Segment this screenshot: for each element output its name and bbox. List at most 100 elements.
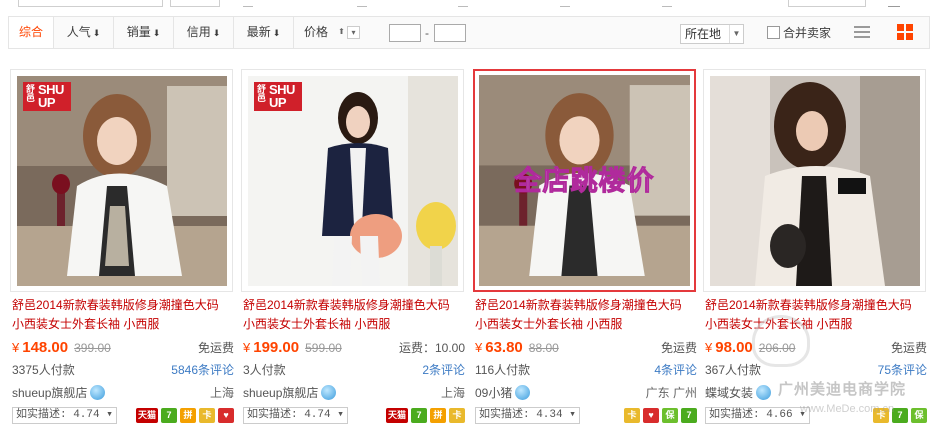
location-select[interactable]: 所在地 ▼ <box>680 24 744 44</box>
wangwang-chat-icon[interactable] <box>90 385 106 400</box>
product-photo[interactable]: 全店跳楼价 <box>479 75 690 286</box>
sort-tab-newest[interactable]: 最新 ⬇ <box>234 17 294 48</box>
seven-day-return-icon[interactable]: 7 <box>892 408 908 423</box>
seven-day-return-icon[interactable]: 7 <box>161 408 177 423</box>
arrow-down-icon: ⬇ <box>92 28 101 38</box>
sales-count: 3375人付款 <box>12 363 75 377</box>
shop-name-link[interactable]: 蝶域女装 <box>705 386 753 400</box>
filter-checkbox-remnant[interactable] <box>560 0 570 7</box>
list-view-icon[interactable] <box>854 25 870 41</box>
rating-dropdown[interactable]: 如实描述: 4.66 ▾ <box>705 407 810 424</box>
price-max-input[interactable] <box>434 24 466 42</box>
merge-sellers-toggle[interactable]: 合并卖家 <box>767 25 831 41</box>
brand-logo-text: SHU UP <box>38 82 64 110</box>
currency-symbol: ¥ <box>243 340 251 355</box>
brand-logo-side-text: 舒邑 <box>25 84 35 102</box>
shop-name-link[interactable]: shueup旗舰店 <box>12 386 87 400</box>
dropdown-remnant[interactable] <box>788 0 866 7</box>
shop-name-link[interactable]: shueup旗舰店 <box>243 386 318 400</box>
comments-link[interactable]: 5846条评论 <box>171 361 234 379</box>
product-title-link[interactable]: 舒邑2014新款春装韩版修身潮撞色大码 小西装女士外套长袖 小西服 <box>475 296 697 334</box>
brand-logo-text: SHU UP <box>269 82 295 110</box>
product-card: 全店跳楼价 舒邑2014新款春装韩版修身潮撞色大码 小西装女士外套长袖 小西服 … <box>473 69 697 429</box>
sort-tab-label: 最新 <box>246 25 271 39</box>
sort-tab-sales[interactable]: 销量 ⬇ <box>114 17 174 48</box>
rating-row: 如实描述: 4.74 ▾ 天猫 7 拼卡 ♥ <box>12 407 234 425</box>
rating-text: 如实描述: 4.66 <box>709 409 793 421</box>
credit-card-icon[interactable]: 卡 <box>624 408 640 423</box>
product-image[interactable]: 全店跳楼价 <box>473 69 696 292</box>
price-range-dash: - <box>425 26 429 40</box>
filter-checkbox-remnant[interactable] <box>243 0 253 7</box>
search-button-remnant[interactable] <box>170 0 220 7</box>
search-input-remnant[interactable] <box>18 0 163 7</box>
product-title-link[interactable]: 舒邑2014新款春装韩版修身潮撞色大码 小西装女士外套长袖 小西服 <box>243 296 465 334</box>
merge-sellers-checkbox[interactable] <box>767 26 780 39</box>
product-image[interactable]: 舒邑 SHU UP <box>10 69 233 292</box>
sort-tab-credit[interactable]: 信用 ⬇ <box>174 17 234 48</box>
collapse-icon[interactable] <box>888 0 900 7</box>
rating-dropdown[interactable]: 如实描述: 4.74 ▾ <box>243 407 348 424</box>
sort-tab-popularity[interactable]: 人气 ⬇ <box>54 17 114 48</box>
sort-tab-label: 综合 <box>18 25 43 39</box>
product-title-link[interactable]: 舒邑2014新款春装韩版修身潮撞色大码 小西装女士外套长袖 小西服 <box>12 296 234 334</box>
credit-card-icon[interactable]: 卡 <box>199 408 215 423</box>
stats-row: 116人付款 4条评论 <box>475 361 697 379</box>
currency-symbol: ¥ <box>475 340 483 355</box>
brand-logo-side-text: 舒邑 <box>256 84 266 102</box>
heart-icon[interactable]: ♥ <box>218 408 234 423</box>
grid-view-icon[interactable] <box>897 24 914 41</box>
original-price: 399.00 <box>74 341 111 355</box>
watermark-text: 广州美迪电商学院 <box>778 381 907 398</box>
shop-location: 上海 <box>209 386 234 400</box>
guarantee-icon[interactable]: 保 <box>911 408 927 423</box>
sales-count: 367人付款 <box>705 363 762 377</box>
product-image[interactable]: 舒邑 SHU UP <box>241 69 464 292</box>
seven-day-return-icon[interactable]: 7 <box>411 408 427 423</box>
product-title-line: 舒邑2014新款春装韩版修身潮撞色大码 <box>12 298 219 312</box>
product-title-line: 舒邑2014新款春装韩版修身潮撞色大码 <box>705 298 912 312</box>
rating-dropdown[interactable]: 如实描述: 4.34 ▾ <box>475 407 580 424</box>
sales-count: 3人付款 <box>243 363 286 377</box>
comments-link[interactable]: 2条评论 <box>422 361 465 379</box>
guarantee-icon[interactable]: 保 <box>662 408 678 423</box>
quality-icon[interactable]: 拼 <box>180 408 196 423</box>
product-photo[interactable]: 舒邑 SHU UP <box>17 76 227 286</box>
rating-dropdown[interactable]: 如实描述: 4.74 ▾ <box>12 407 117 424</box>
shop-name-link[interactable]: 09小猪 <box>475 386 512 400</box>
filter-checkbox-remnant[interactable] <box>458 0 468 7</box>
product-photo[interactable] <box>710 76 920 286</box>
filter-checkbox-remnant[interactable] <box>357 0 367 7</box>
product-title-line: 小西装女士外套长袖 小西服 <box>705 317 853 331</box>
product-image[interactable] <box>703 69 926 292</box>
sort-tab-label: 价格 <box>304 25 329 39</box>
product-title-line: 小西装女士外套长袖 小西服 <box>475 317 623 331</box>
rating-row: 如实描述: 4.34 ▾ 卡 ♥ 保 7 <box>475 407 697 425</box>
comments-link[interactable]: 4条评论 <box>654 361 697 379</box>
product-title-link[interactable]: 舒邑2014新款春装韩版修身潮撞色大码 小西装女士外套长袖 小西服 <box>705 296 927 334</box>
price-row: ¥148.00 399.00 免运费 <box>12 339 234 357</box>
wangwang-chat-icon[interactable] <box>321 385 337 400</box>
seven-day-return-icon[interactable]: 7 <box>681 408 697 423</box>
filter-checkbox-remnant[interactable] <box>662 0 672 7</box>
product-photo[interactable]: 舒邑 SHU UP <box>248 76 458 286</box>
quality-icon[interactable]: 拼 <box>430 408 446 423</box>
heart-icon[interactable]: ♥ <box>643 408 659 423</box>
credit-card-icon[interactable]: 卡 <box>449 408 465 423</box>
tmall-icon[interactable]: 天猫 <box>136 408 158 423</box>
tmall-icon[interactable]: 天猫 <box>386 408 408 423</box>
comments-link[interactable]: 75条评论 <box>878 361 927 379</box>
stats-row: 3人付款 2条评论 <box>243 361 465 379</box>
stats-row: 367人付款 75条评论 <box>705 361 927 379</box>
price-min-input[interactable] <box>389 24 421 42</box>
sort-tab-default[interactable]: 综合 <box>9 17 54 48</box>
current-price: 98.00 <box>715 339 753 356</box>
service-badges: 天猫 7 拼卡 <box>383 408 465 424</box>
wangwang-chat-icon[interactable] <box>515 385 531 400</box>
rating-text: 如实描述: 4.74 <box>16 409 100 421</box>
shipping-fee: 免运费 <box>660 341 697 355</box>
wangwang-chat-icon[interactable] <box>756 385 772 400</box>
current-price: 199.00 <box>253 339 300 356</box>
price-sort-dropdown-icon[interactable]: ▾ <box>347 26 360 39</box>
shop-location: 广东 广州 <box>645 386 697 400</box>
